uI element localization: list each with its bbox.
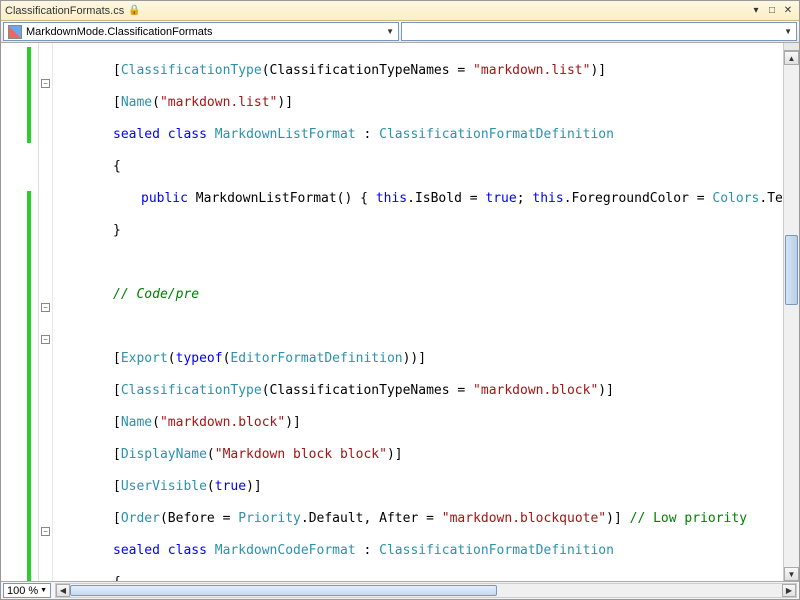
scrollbar-track[interactable]: [784, 65, 799, 567]
window-controls: ▾ □ ✕: [749, 4, 795, 18]
hscroll-track[interactable]: [70, 584, 782, 597]
bottom-bar: 100 % ▼ ◀ ▶: [1, 581, 799, 599]
scroll-up-button[interactable]: ▲: [784, 51, 799, 65]
editor-area: − − − − [ClassificationType(Classificati…: [1, 43, 799, 581]
scroll-left-button[interactable]: ◀: [56, 584, 70, 597]
hscroll-thumb[interactable]: [70, 585, 497, 596]
vertical-scrollbar[interactable]: ▲ ▼: [783, 43, 799, 581]
member-dropdown[interactable]: ▼: [401, 22, 797, 41]
zoom-dropdown[interactable]: 100 % ▼: [3, 583, 51, 598]
chevron-down-icon: ▼: [386, 27, 394, 36]
type-dropdown-text: MarkdownMode.ClassificationFormats: [26, 26, 212, 38]
code-editor[interactable]: [ClassificationType(ClassificationTypeNa…: [53, 43, 783, 581]
close-icon[interactable]: ✕: [781, 4, 795, 18]
fold-toggle[interactable]: −: [41, 79, 50, 88]
horizontal-scrollbar[interactable]: ◀ ▶: [55, 583, 797, 598]
fold-toggle[interactable]: −: [41, 335, 50, 344]
change-indicator: [27, 47, 31, 143]
navigation-bar: MarkdownMode.ClassificationFormats ▼ ▼: [1, 21, 799, 43]
type-dropdown[interactable]: MarkdownMode.ClassificationFormats ▼: [3, 22, 399, 41]
scroll-down-button[interactable]: ▼: [784, 567, 799, 581]
chevron-down-icon: ▼: [784, 27, 792, 36]
scroll-right-button[interactable]: ▶: [782, 584, 796, 597]
change-indicator: [27, 191, 31, 479]
zoom-value: 100 %: [7, 585, 38, 597]
editor-window: ClassificationFormats.cs 🔒 ▾ □ ✕ Markdow…: [0, 0, 800, 600]
document-tab[interactable]: ClassificationFormats.cs 🔒: [5, 5, 141, 17]
chevron-down-icon: ▼: [40, 587, 47, 594]
class-icon: [8, 25, 22, 39]
outlining-margin: − − − −: [39, 43, 53, 581]
scrollbar-thumb[interactable]: [785, 235, 798, 305]
fold-toggle[interactable]: −: [41, 303, 50, 312]
document-tab-bar: ClassificationFormats.cs 🔒 ▾ □ ✕: [1, 1, 799, 21]
maximize-icon[interactable]: □: [765, 4, 779, 18]
splitter-handle[interactable]: [784, 43, 799, 51]
change-indicator: [27, 479, 31, 581]
tab-filename: ClassificationFormats.cs: [5, 5, 124, 17]
fold-toggle[interactable]: −: [41, 527, 50, 536]
lock-icon: 🔒: [128, 5, 140, 16]
dropdown-icon[interactable]: ▾: [749, 4, 763, 18]
indicator-margin: [1, 43, 39, 581]
